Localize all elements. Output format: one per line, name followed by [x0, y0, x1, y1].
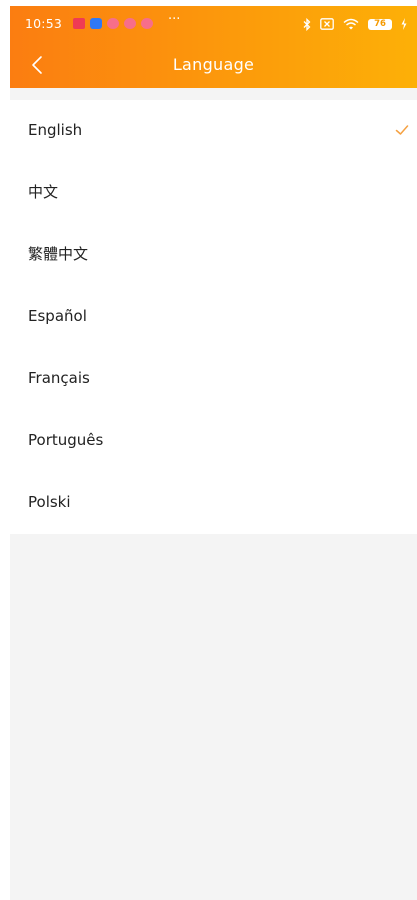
status-time: 10:53 [25, 16, 63, 31]
page-title: Language [172, 55, 255, 74]
language-label: Português [28, 431, 104, 449]
nav-bar: Language [10, 44, 417, 88]
language-label: Français [28, 369, 90, 387]
app-notification-icon [90, 18, 102, 29]
language-option-chinese-simplified[interactable]: 中文 [10, 162, 417, 224]
language-screen: 10:53 ··· 76 Language English 中文 繁體中文 Es… [10, 6, 417, 900]
mi-notification-icon [73, 18, 85, 29]
language-option-english[interactable]: English [10, 100, 417, 162]
more-notifications-icon: ··· [168, 12, 181, 27]
language-option-spanish[interactable]: Español [10, 286, 417, 348]
language-option-french[interactable]: Français [10, 348, 417, 410]
language-label: English [28, 121, 83, 139]
charging-icon [401, 18, 407, 30]
check-icon [395, 125, 409, 135]
status-bar: 10:53 ··· 76 [10, 6, 417, 44]
cat-notification-icon [107, 18, 119, 29]
battery-icon: 76 [368, 18, 392, 30]
bluetooth-icon [303, 17, 311, 31]
header: 10:53 ··· 76 Language [10, 6, 417, 88]
cat-notification-icon [141, 18, 153, 29]
language-label: 中文 [28, 183, 59, 201]
language-list: English 中文 繁體中文 Español Français Portugu… [10, 100, 417, 534]
notification-icons [73, 17, 153, 30]
language-label: 繁體中文 [28, 245, 89, 263]
cat-notification-icon [124, 18, 136, 29]
language-label: Español [28, 307, 87, 325]
language-option-chinese-traditional[interactable]: 繁體中文 [10, 224, 417, 286]
wifi-icon [343, 18, 359, 30]
language-option-polish[interactable]: Polski [10, 472, 417, 534]
sim-card-icon [320, 18, 334, 30]
language-label: Polski [28, 493, 71, 511]
status-right: 76 [303, 16, 407, 32]
language-option-portuguese[interactable]: Português [10, 410, 417, 472]
